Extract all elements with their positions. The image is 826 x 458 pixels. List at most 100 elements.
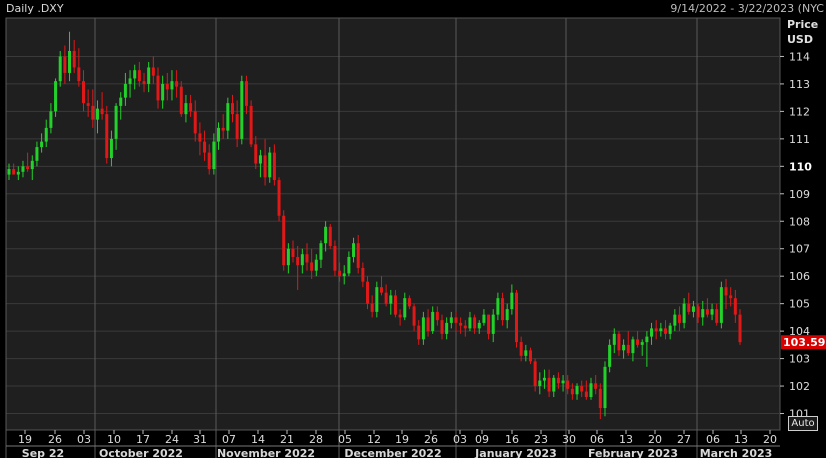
candle-body bbox=[58, 56, 62, 82]
candle-body bbox=[161, 83, 165, 101]
candle-body bbox=[30, 160, 34, 170]
candle-body bbox=[119, 97, 123, 106]
candle-body bbox=[589, 383, 593, 398]
candle-body bbox=[435, 311, 439, 321]
x-month-label: Sep 22 bbox=[22, 447, 64, 458]
candle-body bbox=[240, 81, 244, 139]
candle-body bbox=[547, 377, 551, 392]
candle-body bbox=[691, 306, 695, 312]
candle-body bbox=[147, 67, 151, 84]
candle-body bbox=[463, 325, 467, 329]
candle-body bbox=[49, 111, 53, 128]
candle-body bbox=[370, 303, 374, 312]
candle-body bbox=[421, 317, 425, 340]
candle-body bbox=[659, 328, 663, 332]
candle-body bbox=[556, 377, 560, 384]
candle-body bbox=[617, 333, 621, 351]
candle-body bbox=[184, 103, 188, 115]
auto-scale-button[interactable]: Auto bbox=[788, 416, 818, 431]
candle-body bbox=[473, 317, 477, 329]
candle-body bbox=[575, 386, 579, 395]
y-tick-label: 112 bbox=[789, 105, 810, 118]
candle-body bbox=[68, 50, 72, 73]
candle-body bbox=[95, 108, 99, 120]
candle-body bbox=[366, 281, 370, 304]
candle-body bbox=[598, 388, 602, 409]
candle-body bbox=[705, 309, 709, 315]
candle-body bbox=[668, 325, 672, 334]
candle-body bbox=[398, 314, 402, 318]
candle-body bbox=[682, 303, 686, 323]
candle-body bbox=[258, 155, 262, 164]
candle-body bbox=[86, 103, 90, 106]
candle-body bbox=[328, 226, 332, 246]
x-axis: 19 26 03 10 17 24 31 07 14 21 28 05 12 19 26 03 09 16 23 30… bbox=[6, 430, 780, 458]
x-tick-label: 23 bbox=[534, 433, 548, 446]
candle-body bbox=[286, 248, 290, 266]
candle-body bbox=[137, 70, 141, 82]
candle bbox=[54, 78, 58, 117]
candle-body bbox=[7, 169, 11, 175]
candle-body bbox=[226, 103, 230, 131]
candle-body bbox=[487, 314, 491, 334]
candle-body bbox=[528, 350, 532, 362]
candle-body bbox=[459, 322, 463, 326]
x-tick-label: 27 bbox=[677, 433, 691, 446]
candle-body bbox=[291, 248, 295, 257]
candle bbox=[277, 177, 281, 222]
candle-body bbox=[221, 127, 225, 131]
candle-body bbox=[468, 317, 472, 329]
candle-body bbox=[123, 83, 127, 98]
candle-body bbox=[580, 386, 584, 392]
candle-body bbox=[733, 298, 737, 315]
candle-body bbox=[296, 256, 300, 266]
candle-body bbox=[16, 171, 20, 175]
x-tick-label: 03 bbox=[77, 433, 91, 446]
candle bbox=[240, 75, 244, 145]
candle-body bbox=[612, 333, 616, 345]
candle-body bbox=[403, 298, 407, 318]
candle-body bbox=[542, 377, 546, 381]
candle-body bbox=[524, 350, 528, 356]
x-tick-label: 06 bbox=[590, 433, 604, 446]
x-month-label: October 2022 bbox=[99, 447, 183, 458]
candle-body bbox=[361, 267, 365, 282]
y-tick-label: 103 bbox=[789, 353, 810, 366]
candle-body bbox=[570, 388, 574, 395]
candle-body bbox=[105, 114, 109, 159]
candle-body bbox=[645, 336, 649, 343]
candle-body bbox=[342, 273, 346, 277]
plot-area bbox=[5, 17, 781, 431]
y-tick-label: 106 bbox=[789, 270, 810, 283]
last-price-marker: 103.595 bbox=[781, 335, 826, 350]
candle-body bbox=[170, 81, 174, 90]
x-tick-label: 28 bbox=[309, 433, 323, 446]
candle-body bbox=[631, 339, 635, 354]
candle-body bbox=[393, 295, 397, 315]
candle-body bbox=[482, 314, 486, 323]
y-tick-label: 105 bbox=[789, 298, 810, 311]
candle-body bbox=[510, 292, 514, 310]
x-tick-label: 12 bbox=[367, 433, 381, 446]
x-tick-label: 10 bbox=[107, 433, 121, 446]
candle-body bbox=[35, 147, 39, 161]
candle-body bbox=[77, 67, 81, 82]
candle-body bbox=[128, 78, 132, 84]
candle-body bbox=[673, 314, 677, 326]
candle-body bbox=[417, 325, 421, 340]
x-tick-label: 13 bbox=[734, 433, 748, 446]
candlestick-chart[interactable]: Price USD 114 113 112 111 110 109 108 107 106 105… bbox=[0, 0, 826, 458]
x-tick-label: 21 bbox=[280, 433, 294, 446]
candle-body bbox=[710, 309, 714, 315]
candle-body bbox=[412, 306, 416, 326]
candle-body bbox=[538, 380, 542, 387]
candle-body bbox=[496, 298, 500, 315]
x-month-label: November 2022 bbox=[217, 447, 315, 458]
candle-body bbox=[650, 328, 654, 337]
candle-body bbox=[133, 70, 137, 79]
x-tick-label: 26 bbox=[48, 433, 62, 446]
candle-body bbox=[203, 141, 207, 153]
candle-body bbox=[626, 344, 630, 354]
y-tick-label: 114 bbox=[789, 50, 810, 63]
candle-body bbox=[375, 287, 379, 312]
